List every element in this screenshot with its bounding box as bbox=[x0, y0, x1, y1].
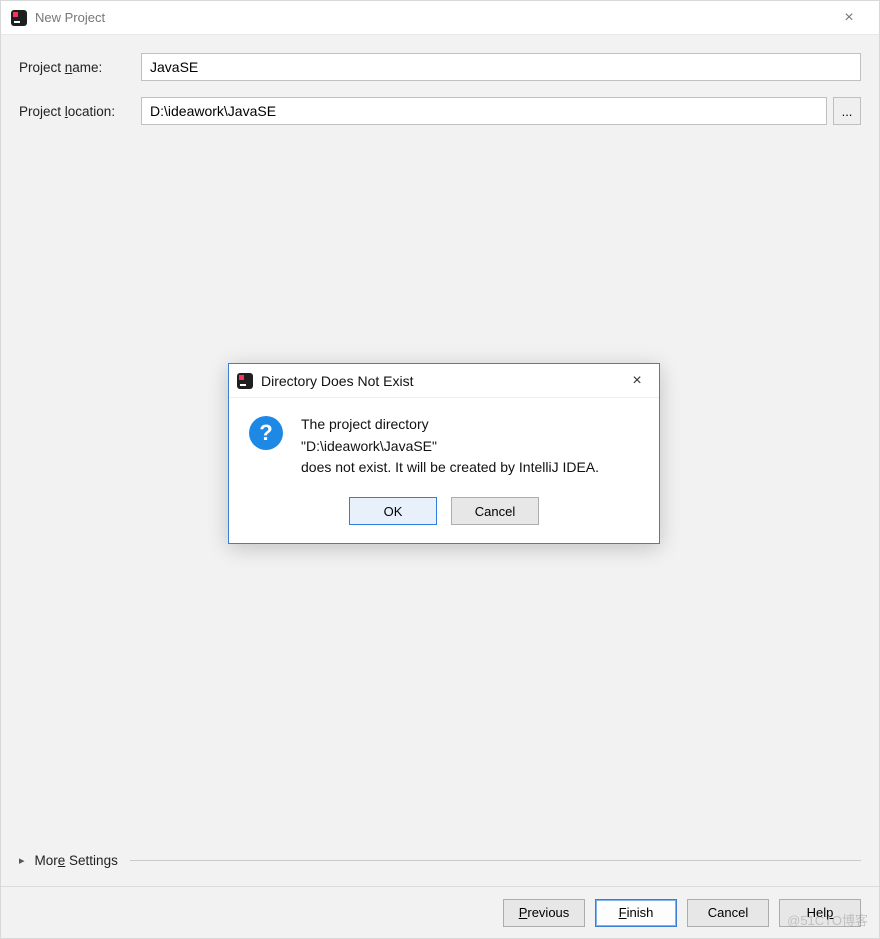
divider bbox=[130, 860, 861, 861]
project-name-label: Project name: bbox=[19, 60, 141, 75]
project-location-label: Project location: bbox=[19, 104, 141, 119]
project-location-input[interactable] bbox=[141, 97, 827, 125]
project-name-row: Project name: bbox=[19, 53, 861, 81]
intellij-app-icon bbox=[237, 373, 253, 389]
dialog-line3: does not exist. It will be created by In… bbox=[301, 457, 599, 479]
dialog-line1: The project directory bbox=[301, 414, 599, 436]
intellij-app-icon bbox=[11, 10, 27, 26]
dialog-cancel-button[interactable]: Cancel bbox=[451, 497, 539, 525]
dialog-message: The project directory "D:\ideawork\JavaS… bbox=[301, 414, 599, 479]
window-close-button[interactable]: × bbox=[829, 9, 869, 27]
dialog-title: Directory Does Not Exist bbox=[261, 373, 623, 389]
dialog-body: ? The project directory "D:\ideawork\Jav… bbox=[229, 398, 659, 491]
more-settings-label: More Settings bbox=[35, 853, 118, 868]
browse-button[interactable]: ... bbox=[833, 97, 861, 125]
dialog-ok-button[interactable]: OK bbox=[349, 497, 437, 525]
dialog-line2: "D:\ideawork\JavaSE" bbox=[301, 436, 599, 458]
question-icon: ? bbox=[249, 416, 283, 450]
previous-button[interactable]: Previous bbox=[503, 899, 585, 927]
directory-not-exist-dialog: Directory Does Not Exist × ? The project… bbox=[228, 363, 660, 544]
help-button[interactable]: Help bbox=[779, 899, 861, 927]
footer-bar: Previous Finish Cancel Help bbox=[1, 886, 879, 938]
cancel-button[interactable]: Cancel bbox=[687, 899, 769, 927]
project-name-input[interactable] bbox=[141, 53, 861, 81]
dialog-buttons: OK Cancel bbox=[229, 491, 659, 543]
dialog-titlebar: Directory Does Not Exist × bbox=[229, 364, 659, 398]
window-title: New Project bbox=[35, 10, 829, 25]
more-settings-toggle[interactable]: ▸ More Settings bbox=[19, 853, 861, 868]
titlebar: New Project × bbox=[1, 1, 879, 35]
dialog-close-button[interactable]: × bbox=[623, 372, 651, 390]
chevron-right-icon: ▸ bbox=[19, 854, 25, 867]
project-location-row: Project location: ... bbox=[19, 97, 861, 125]
finish-button[interactable]: Finish bbox=[595, 899, 677, 927]
